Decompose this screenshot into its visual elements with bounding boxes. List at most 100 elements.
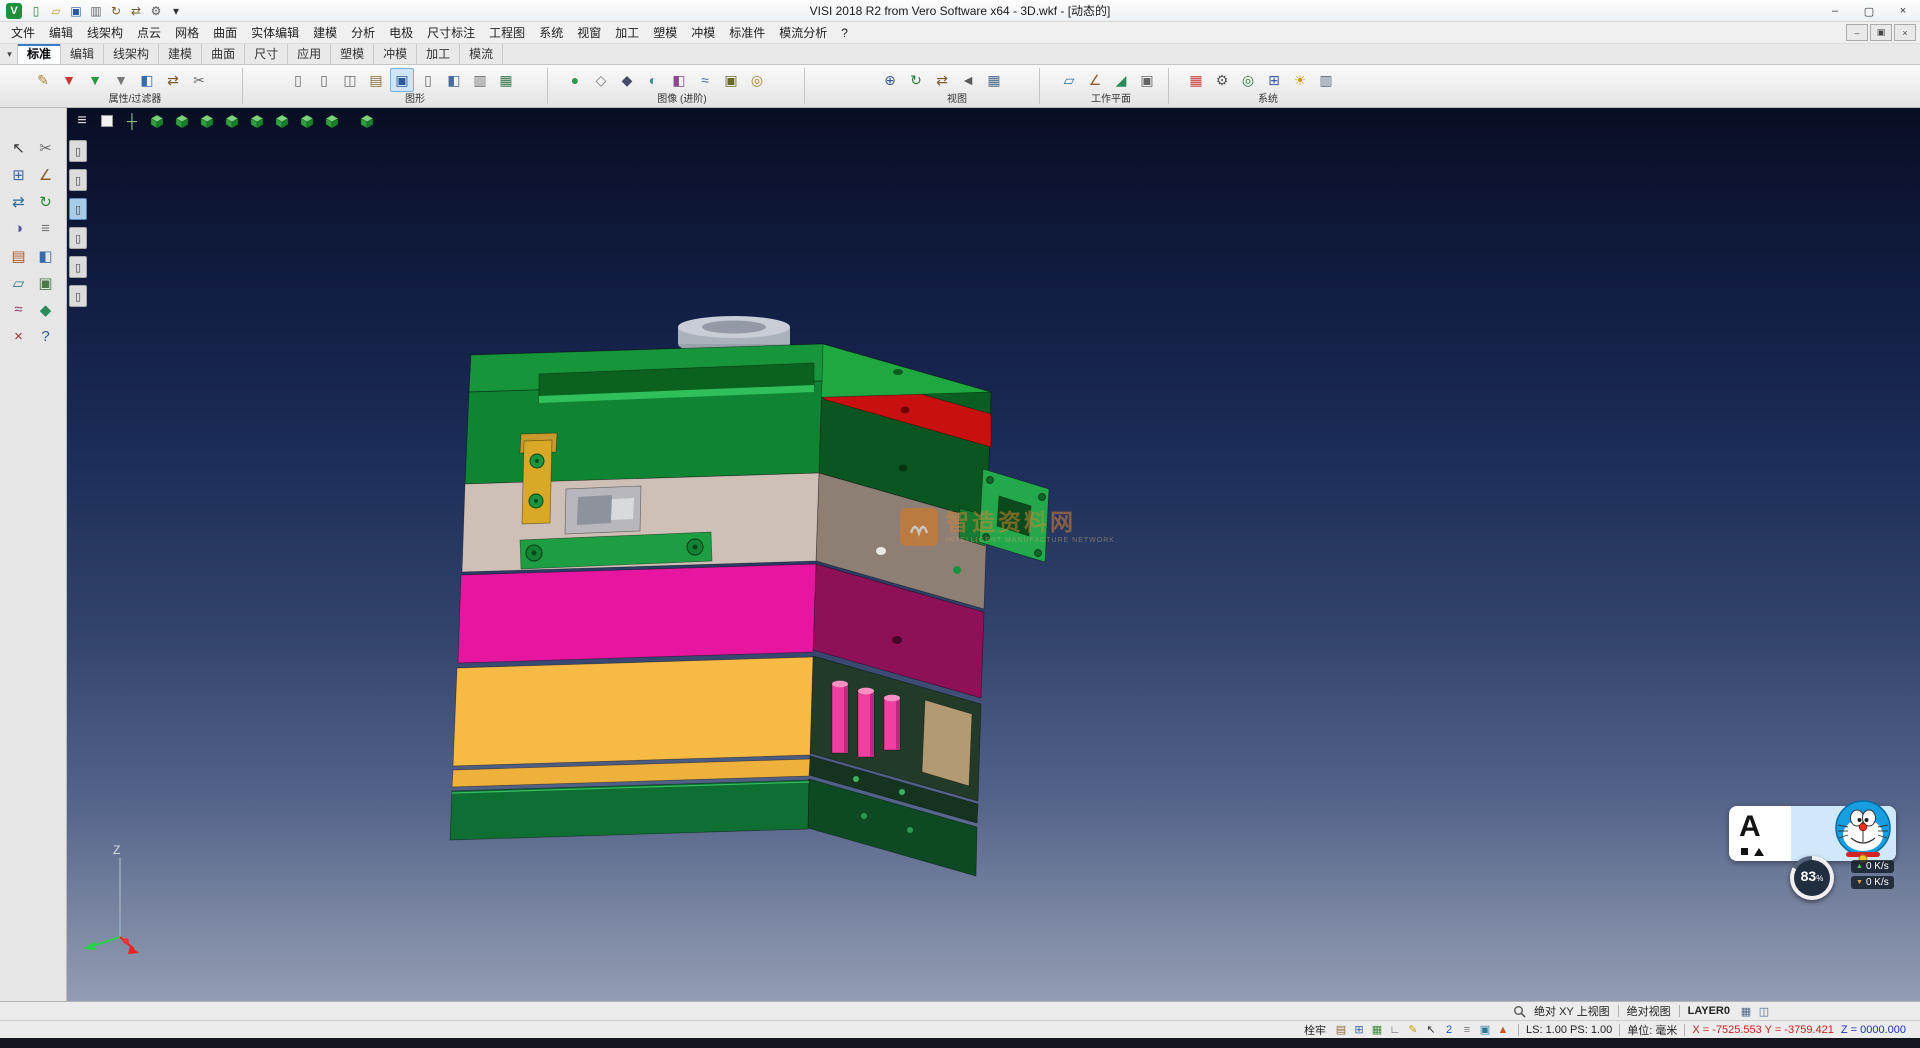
viewport-restore-icon[interactable] [96,110,118,132]
redo-icon[interactable]: ⇄ [127,2,145,20]
menu-item-mesh[interactable]: 网格 [168,22,206,44]
profile-slot-1[interactable]: ▯ [69,140,87,162]
menu-item-standard-parts[interactable]: 标准件 [722,22,772,44]
menu-item-machining[interactable]: 加工 [608,22,646,44]
view-right-icon[interactable] [221,110,243,132]
delete-icon[interactable]: × [5,323,32,350]
graphics-paste-icon[interactable]: ▤ [364,68,388,92]
settings-icon[interactable]: ⚙ [147,2,165,20]
3d-viewport[interactable]: Z ≡ ┼ [67,108,1920,1001]
surface-icon[interactable]: ◆ [32,296,59,323]
mirror-icon[interactable]: ◑ [5,215,32,242]
menu-item-drawing[interactable]: 工程图 [482,22,532,44]
grid-status-icon[interactable]: ▦ [1369,1022,1385,1038]
modify-attributes-icon[interactable]: ✎ [31,68,55,92]
mdi-restore-button[interactable]: ▣ [1870,24,1892,41]
layer-filter-icon[interactable]: ◧ [135,68,159,92]
menu-item-surface[interactable]: 曲面 [206,22,244,44]
menu-item-electrode[interactable]: 电极 [382,22,420,44]
graphics-stack-icon[interactable]: ▥ [468,68,492,92]
menu-item-edit[interactable]: 编辑 [42,22,80,44]
system-config-icon[interactable]: ⚙ [1210,68,1234,92]
workplane-icon[interactable]: ▱ [5,269,32,296]
close-button[interactable]: × [1886,0,1920,22]
transparency-icon[interactable]: ◐ [641,68,665,92]
3d-model-mold-assembly[interactable]: Z [67,108,1920,1001]
active-layer-label[interactable]: LAYER0 [1688,1005,1730,1017]
snap-status-icon[interactable]: ⊞ [1351,1022,1367,1038]
search-icon[interactable] [1513,1005,1526,1018]
view-axono-icon[interactable] [321,110,343,132]
layers-icon[interactable]: ◧ [32,242,59,269]
lock-toggle[interactable]: 栓牢 [1304,1022,1326,1038]
matrix-icon[interactable]: ⊞ [1262,68,1286,92]
minimize-button[interactable]: – [1818,0,1852,22]
rotate-icon[interactable]: ↻ [32,188,59,215]
wireframe-render-icon[interactable]: ◇ [589,68,613,92]
select-arrow-icon[interactable]: ↖ [5,134,32,161]
ortho-status-icon[interactable]: ∟ [1387,1022,1403,1038]
menu-item-point-cloud[interactable]: 点云 [130,22,168,44]
tab-overflow-dropdown-icon[interactable]: ▾ [2,44,18,64]
widget-panel[interactable]: A [1729,806,1896,861]
workplane-reset-icon[interactable]: ▣ [1135,68,1159,92]
shadow-icon[interactable]: ▣ [719,68,743,92]
undo-icon[interactable]: ↻ [107,2,125,20]
floating-widget[interactable]: A [1729,798,1920,916]
notebook-icon[interactable]: ▤ [5,242,32,269]
monitor-status-icon[interactable]: ▣ [1477,1022,1493,1038]
print-icon[interactable]: ▥ [87,2,105,20]
view-cube-icon[interactable]: ▣ [32,269,59,296]
flag-status-icon[interactable]: ▲ [1495,1022,1511,1038]
file-new-icon[interactable]: ▯ [27,2,45,20]
viewport-menu-icon[interactable]: ≡ [71,110,93,132]
workplane-face-icon[interactable]: ◢ [1109,68,1133,92]
workplane-angle-icon[interactable]: ∠ [1083,68,1107,92]
graphics-new-window-icon[interactable]: ▯ [286,68,310,92]
layer-manager-icon[interactable]: ▦ [1738,1003,1754,1019]
layer-list-icon[interactable]: ◫ [1756,1003,1772,1019]
zebra-analysis-icon[interactable]: ≈ [693,68,717,92]
filter-gray-icon[interactable]: ▼ [109,68,133,92]
previous-view-icon[interactable]: ◄ [956,68,980,92]
profile-slot-6[interactable]: ▯ [69,285,87,307]
profile-slot-4[interactable]: ▯ [69,227,87,249]
profile-slot-5[interactable]: ▯ [69,256,87,278]
offset-icon[interactable]: ≡ [32,215,59,242]
view-left-icon[interactable] [246,110,268,132]
clipboard-status-icon[interactable]: ▤ [1333,1022,1349,1038]
menu-item-analysis[interactable]: 分析 [344,22,382,44]
match-properties-icon[interactable]: ⇄ [161,68,185,92]
trim-icon[interactable]: ✂ [32,134,59,161]
graphics-page-icon[interactable]: ▯ [312,68,336,92]
tab-dimension[interactable]: 尺寸 [245,44,288,64]
section-view-icon[interactable]: ◧ [667,68,691,92]
view-shaded-icon[interactable] [356,110,378,132]
menu-item-wireframe[interactable]: 线架构 [80,22,130,44]
view-iso-icon[interactable] [146,110,168,132]
pan-view-icon[interactable]: ⇄ [930,68,954,92]
display-settings-icon[interactable]: ▥ [1314,68,1338,92]
move-icon[interactable]: ⇄ [5,188,32,215]
hidden-line-icon[interactable]: ◆ [615,68,639,92]
select-status-icon[interactable]: ↖ [1423,1022,1439,1038]
assist-status-icon[interactable]: 2 [1441,1022,1457,1038]
highlight-icon[interactable]: ◎ [745,68,769,92]
filter-red-icon[interactable]: ▼ [57,68,81,92]
graphics-page2-icon[interactable]: ▯ [416,68,440,92]
menu-item-modeling[interactable]: 建模 [306,22,344,44]
menu-item-window[interactable]: 视窗 [570,22,608,44]
menu-item-help[interactable]: ? [834,22,855,44]
save-icon[interactable]: ▣ [67,2,85,20]
graphics-overlay-icon[interactable]: ◧ [442,68,466,92]
menu-item-system[interactable]: 系统 [532,22,570,44]
view-bottom-icon[interactable] [296,110,318,132]
mdi-minimize-button[interactable]: – [1846,24,1868,41]
color-settings-icon[interactable]: ▦ [1184,68,1208,92]
graphics-grid-icon[interactable]: ▦ [494,68,518,92]
curve-icon[interactable]: ≈ [5,296,32,323]
tab-flow[interactable]: 模流 [460,44,503,64]
percent-badge[interactable]: 83 % [1790,856,1834,900]
erase-attributes-icon[interactable]: ✂ [187,68,211,92]
menu-item-file[interactable]: 文件 [4,22,42,44]
